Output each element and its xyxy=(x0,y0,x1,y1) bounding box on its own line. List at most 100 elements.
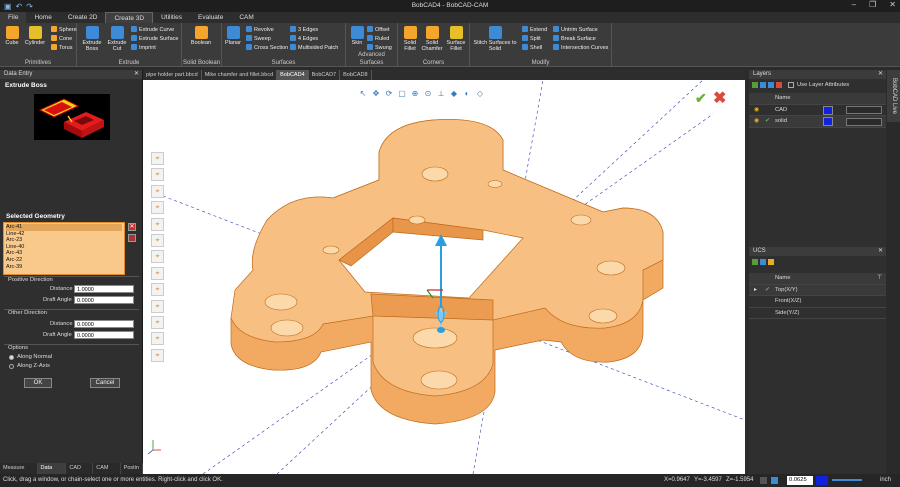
cross-section-button[interactable]: Cross Section xyxy=(246,44,288,52)
tab-data-entry[interactable]: Data Entr xyxy=(37,463,67,482)
snap-origin-icon[interactable]: ⌖ xyxy=(151,315,164,329)
lock-icon[interactable] xyxy=(760,477,767,484)
doc-tab[interactable]: Mike chamfer and fillet.bbcd xyxy=(202,70,278,80)
zoom-icon[interactable]: ⊕ xyxy=(410,89,420,99)
stitch-surfaces-button[interactable]: Stitch Surfaces to Solid xyxy=(472,26,518,52)
visibility-eye-icon[interactable]: ◉ xyxy=(754,116,759,128)
ok-button[interactable]: OK xyxy=(24,378,52,388)
along-normal-radio[interactable] xyxy=(9,355,14,360)
doc-tab-active[interactable]: BobCAD4 xyxy=(277,70,309,80)
snap-center-icon[interactable]: ⌖ xyxy=(151,201,164,215)
extrude-curve-button[interactable]: Extrude Curve xyxy=(131,26,174,34)
surface-fillet-button[interactable]: Surface Fillet xyxy=(445,26,467,52)
wireframe-icon[interactable]: ◇ xyxy=(475,89,485,99)
line-style-dropdown[interactable] xyxy=(846,117,882,126)
revolve-button[interactable]: Revolve xyxy=(246,26,274,34)
close-icon[interactable]: ✕ xyxy=(889,0,896,9)
bobcad-live-side-tab[interactable]: BobCAD Live xyxy=(887,70,900,122)
snap-curve-icon[interactable]: ⌖ xyxy=(151,348,164,362)
edit-ucs-icon[interactable] xyxy=(760,259,766,265)
intersection-curves-button[interactable]: Intersection Curves xyxy=(553,44,608,52)
offset-button[interactable]: Offset xyxy=(367,26,390,34)
move-layer-down-icon[interactable] xyxy=(768,82,774,88)
delete-layer-icon[interactable] xyxy=(776,82,782,88)
along-z-axis-radio[interactable] xyxy=(9,364,14,369)
display-mode-icon[interactable]: ◐ xyxy=(462,89,472,99)
list-item[interactable]: Arc-39 xyxy=(6,264,122,271)
layers-close-icon[interactable]: ✕ xyxy=(878,70,883,79)
menu-evaluate[interactable]: Evaluate xyxy=(190,12,231,23)
shell-button[interactable]: Shell xyxy=(522,44,542,52)
snap-intersection-icon[interactable]: ⌖ xyxy=(151,217,164,231)
zoom-window-icon[interactable]: ▢ xyxy=(397,89,407,99)
list-item[interactable]: Arc-23 xyxy=(6,237,122,244)
move-layer-up-icon[interactable] xyxy=(760,82,766,88)
snap-icon[interactable] xyxy=(771,477,778,484)
multisided-patch-button[interactable]: Multisided Patch xyxy=(290,44,338,52)
ruled-button[interactable]: Ruled xyxy=(367,35,389,43)
other-distance-input[interactable]: 0.0000 xyxy=(74,320,134,328)
positive-draft-angle-input[interactable]: 0.0000 xyxy=(74,296,134,304)
list-item[interactable]: Line-42 xyxy=(6,231,122,238)
cylinder-button[interactable]: Cylinder xyxy=(24,26,46,46)
panel-close-icon[interactable]: ✕ xyxy=(134,70,139,79)
ucs-close-icon[interactable]: ✕ xyxy=(878,247,883,256)
extend-button[interactable]: Extend xyxy=(522,26,547,34)
remove-geometry-icon[interactable]: ✕ xyxy=(128,223,136,231)
snap-quadrant-icon[interactable]: ⌖ xyxy=(151,233,164,247)
table-row[interactable]: Side(Y/Z) xyxy=(749,308,886,319)
layer-color-swatch[interactable] xyxy=(823,105,833,115)
cancel-x-icon[interactable]: ✖ xyxy=(713,88,726,108)
shaded-cube-icon[interactable]: ◆ xyxy=(449,89,459,99)
table-row[interactable]: Front(X/Z) xyxy=(749,296,886,308)
extrude-surface-button[interactable]: Extrude Surface xyxy=(131,35,178,43)
save-icon[interactable]: ▣ xyxy=(4,2,12,11)
rotate-icon[interactable]: ⟳ xyxy=(384,89,394,99)
undo-icon[interactable]: ↶ xyxy=(16,2,23,11)
solid-chamfer-button[interactable]: Solid Chamfer xyxy=(421,26,443,52)
step-value-input[interactable]: 0.0625 xyxy=(787,476,813,485)
pan-icon[interactable]: ✥ xyxy=(371,89,381,99)
table-row[interactable]: ▸ ✔ Top(X/Y) xyxy=(749,284,886,296)
units-selector[interactable]: inch xyxy=(880,474,891,487)
ucs-options-icon[interactable] xyxy=(768,259,774,265)
line-style-selector[interactable] xyxy=(832,479,862,481)
cube-button[interactable]: Cube xyxy=(4,26,20,46)
redo-icon[interactable]: ↷ xyxy=(26,2,33,11)
extrude-cut-button[interactable]: Extrude Cut xyxy=(106,26,128,52)
imprint-button[interactable]: Imprint xyxy=(131,44,156,52)
skin-button[interactable]: Skin xyxy=(349,26,365,46)
menu-create-2d[interactable]: Create 2D xyxy=(60,12,106,23)
boolean-button[interactable]: Boolean xyxy=(188,26,214,46)
snap-nearest-icon[interactable]: ⌖ xyxy=(151,283,164,297)
list-item[interactable]: Arc-43 xyxy=(6,250,122,257)
snap-surface-icon[interactable]: ⌖ xyxy=(151,332,164,346)
tab-cad-tree[interactable]: CAD Tre xyxy=(66,463,94,482)
add-ucs-icon[interactable] xyxy=(752,259,758,265)
visibility-eye-icon[interactable]: ◉ xyxy=(754,105,759,117)
break-surface-button[interactable]: Break Surface xyxy=(553,35,596,43)
planar-button[interactable]: Planar xyxy=(224,26,242,46)
table-row[interactable]: ◉ ✔ solid xyxy=(749,116,886,128)
tab-measure-entity[interactable]: Measure Enti xyxy=(0,463,38,482)
selected-geometry-list[interactable]: Arc-41 Line-42 Arc-23 Line-40 Arc-43 Arc… xyxy=(3,222,125,275)
doc-tab[interactable]: BobCAD8 xyxy=(340,70,372,80)
menu-file[interactable]: File xyxy=(0,12,27,23)
accept-checkmark-icon[interactable]: ✔ xyxy=(695,90,707,107)
sphere-button[interactable]: Sphere xyxy=(51,26,77,34)
snap-mid-icon[interactable]: ⌖ xyxy=(151,184,164,198)
list-item[interactable]: Arc-41 xyxy=(6,224,122,231)
tab-cam-tree[interactable]: CAM Tre xyxy=(93,463,121,482)
status-color-swatch[interactable] xyxy=(816,476,828,485)
three-edges-button[interactable]: 3 Edges xyxy=(290,26,318,34)
torus-button[interactable]: Torus xyxy=(51,44,72,52)
snap-perpendicular-icon[interactable]: ⌖ xyxy=(151,266,164,280)
clear-geometry-icon[interactable] xyxy=(128,234,136,242)
pin-icon[interactable]: ⊤ xyxy=(877,273,882,285)
four-edges-button[interactable]: 4 Edges xyxy=(290,35,318,43)
use-layer-attributes-checkbox[interactable] xyxy=(788,82,794,88)
3d-viewport[interactable]: ↖ ✥ ⟳ ▢ ⊕ ⊙ ⟂ ◆ ◐ ◇ ✔ ✖ ⌖ ⌖ ⌖ ⌖ ⌖ ⌖ ⌖ ⌖ … xyxy=(143,80,745,474)
view-orientation-icon[interactable]: ⟂ xyxy=(436,89,446,99)
snap-grid-icon[interactable]: ⌖ xyxy=(151,299,164,313)
cone-button[interactable]: Cone xyxy=(51,35,72,43)
